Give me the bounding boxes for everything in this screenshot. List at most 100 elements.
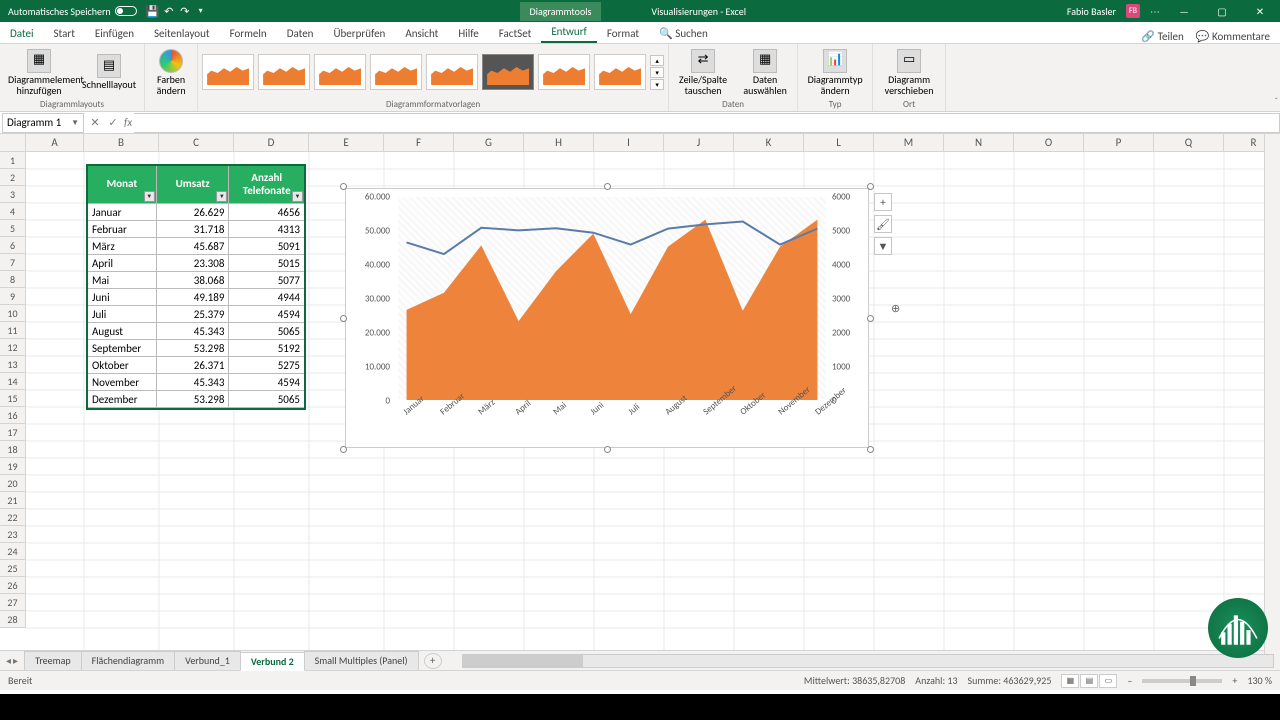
save-icon[interactable]: 💾 <box>145 3 161 19</box>
col-header-H[interactable]: H <box>524 134 594 152</box>
tab-seitenlayout[interactable]: Seitenlayout <box>144 24 220 43</box>
switch-row-column-button[interactable]: ⇄ Zeile/Spalte tauschen <box>673 47 733 98</box>
chart-filters-button[interactable]: ▼ <box>874 237 892 255</box>
col-header-A[interactable]: A <box>26 134 84 152</box>
sheet-tab-verbund-2[interactable]: Verbund 2 <box>240 652 305 671</box>
row-header-11[interactable]: 11 <box>0 322 26 339</box>
col-header-P[interactable]: P <box>1084 134 1154 152</box>
col-header-C[interactable]: C <box>159 134 234 152</box>
table-row[interactable]: November45.3434594 <box>88 374 304 391</box>
tab-factset[interactable]: FactSet <box>489 24 542 43</box>
redo-icon[interactable]: ↷ <box>177 3 193 19</box>
col-header-G[interactable]: G <box>454 134 524 152</box>
col-header-J[interactable]: J <box>664 134 734 152</box>
table-row[interactable]: Oktober26.3715275 <box>88 357 304 374</box>
table-row[interactable]: April23.3085015 <box>88 255 304 272</box>
col-header-B[interactable]: B <box>84 134 159 152</box>
row-header-14[interactable]: 14 <box>0 373 26 390</box>
tab-format[interactable]: Format <box>597 24 649 43</box>
col-header-F[interactable]: F <box>384 134 454 152</box>
tab-start[interactable]: Start <box>44 24 85 43</box>
horizontal-scrollbar[interactable] <box>462 654 1274 668</box>
change-colors-button[interactable]: Farben ändern <box>149 47 193 98</box>
table-row[interactable]: Mai38.0685077 <box>88 272 304 289</box>
row-header-2[interactable]: 2 <box>0 169 26 186</box>
chart-style-6[interactable] <box>482 54 534 90</box>
tab-file[interactable]: Datei <box>0 24 44 43</box>
view-page-layout-button[interactable]: ▤ <box>1080 674 1098 688</box>
zoom-in-button[interactable]: + <box>1232 674 1237 687</box>
chart-object[interactable]: 010.00020.00030.00040.00050.00060.000 01… <box>345 188 869 448</box>
table-row[interactable]: März45.6875091 <box>88 238 304 255</box>
row-header-19[interactable]: 19 <box>0 458 26 475</box>
row-header-6[interactable]: 6 <box>0 237 26 254</box>
row-header-15[interactable]: 15 <box>0 390 26 407</box>
ribbon-options-icon[interactable]: ⋯ <box>1150 5 1160 18</box>
sheet-nav-prev[interactable]: ▸ <box>13 654 18 667</box>
table-row[interactable]: Juli25.3794594 <box>88 306 304 323</box>
view-page-break-button[interactable]: ▭ <box>1099 674 1117 688</box>
zoom-slider[interactable] <box>1142 679 1222 683</box>
change-chart-type-button[interactable]: 📊 Diagrammtyp ändern <box>802 47 868 98</box>
row-header-4[interactable]: 4 <box>0 203 26 220</box>
comments-button[interactable]: 💬 Kommentare <box>1196 30 1270 43</box>
vertical-scrollbar[interactable] <box>1264 134 1280 654</box>
col-header-L[interactable]: L <box>804 134 874 152</box>
undo-icon[interactable]: ↶ <box>161 3 177 19</box>
sheet-tab-verbund_1[interactable]: Verbund_1 <box>174 651 241 670</box>
filter-button-telefonate[interactable]: ▼ <box>292 191 303 202</box>
add-sheet-button[interactable]: + <box>424 653 442 669</box>
table-row[interactable]: Dezember53.2985065 <box>88 391 304 408</box>
col-header-M[interactable]: M <box>874 134 944 152</box>
filter-button-umsatz[interactable]: ▼ <box>216 191 227 202</box>
filter-button-monat[interactable]: ▼ <box>144 191 155 202</box>
quick-layout-button[interactable]: ▤ Schnelllayout <box>78 52 140 92</box>
qat-customize-icon[interactable]: ▾ <box>193 3 209 19</box>
chart-style-8[interactable] <box>594 54 646 90</box>
row-header-8[interactable]: 8 <box>0 271 26 288</box>
row-header-10[interactable]: 10 <box>0 305 26 322</box>
maximize-button[interactable]: ▢ <box>1208 0 1236 22</box>
cancel-formula-icon[interactable]: ✕ <box>86 116 104 129</box>
chart-style-7[interactable] <box>538 54 590 90</box>
worksheet-grid[interactable]: ABCDEFGHIJKLMNOPQR 123456789101112131415… <box>0 134 1280 650</box>
tab-überprüfen[interactable]: Überprüfen <box>323 24 395 43</box>
chart-style-2[interactable] <box>258 54 310 90</box>
col-header-E[interactable]: E <box>309 134 384 152</box>
row-header-9[interactable]: 9 <box>0 288 26 305</box>
row-header-1[interactable]: 1 <box>0 152 26 169</box>
move-chart-button[interactable]: ▭ Diagramm verschieben <box>877 47 941 98</box>
row-header-7[interactable]: 7 <box>0 254 26 271</box>
row-header-26[interactable]: 26 <box>0 577 26 594</box>
row-header-18[interactable]: 18 <box>0 441 26 458</box>
data-table[interactable]: Monat▼ Umsatz▼ Anzahl Telefonate▼ Januar… <box>86 164 306 410</box>
col-header-O[interactable]: O <box>1014 134 1084 152</box>
search-tab[interactable]: 🔍 Suchen <box>649 24 718 43</box>
view-normal-button[interactable]: ▦ <box>1061 674 1079 688</box>
sheet-tab-small-multiples-(panel)[interactable]: Small Multiples (Panel) <box>304 651 419 670</box>
row-header-17[interactable]: 17 <box>0 424 26 441</box>
zoom-level[interactable]: 130 % <box>1247 674 1272 687</box>
row-header-13[interactable]: 13 <box>0 356 26 373</box>
formula-input[interactable] <box>134 113 1280 133</box>
col-header-K[interactable]: K <box>734 134 804 152</box>
row-header-28[interactable]: 28 <box>0 611 26 628</box>
collapse-ribbon-icon[interactable]: ˇ <box>1274 96 1278 107</box>
row-header-25[interactable]: 25 <box>0 560 26 577</box>
fx-icon[interactable]: fx <box>122 116 134 129</box>
col-header-Q[interactable]: Q <box>1154 134 1224 152</box>
col-header-I[interactable]: I <box>594 134 664 152</box>
table-row[interactable]: Februar31.7184313 <box>88 221 304 238</box>
row-header-24[interactable]: 24 <box>0 543 26 560</box>
col-header-N[interactable]: N <box>944 134 1014 152</box>
tab-ansicht[interactable]: Ansicht <box>395 24 448 43</box>
gallery-more[interactable]: ▾ <box>650 79 664 90</box>
autosave-toggle[interactable] <box>115 6 137 16</box>
row-header-27[interactable]: 27 <box>0 594 26 611</box>
row-header-23[interactable]: 23 <box>0 526 26 543</box>
table-row[interactable]: August45.3435065 <box>88 323 304 340</box>
enter-formula-icon[interactable]: ✓ <box>104 116 122 129</box>
chart-style-4[interactable] <box>370 54 422 90</box>
table-row[interactable]: Januar26.6294656 <box>88 204 304 221</box>
row-header-5[interactable]: 5 <box>0 220 26 237</box>
